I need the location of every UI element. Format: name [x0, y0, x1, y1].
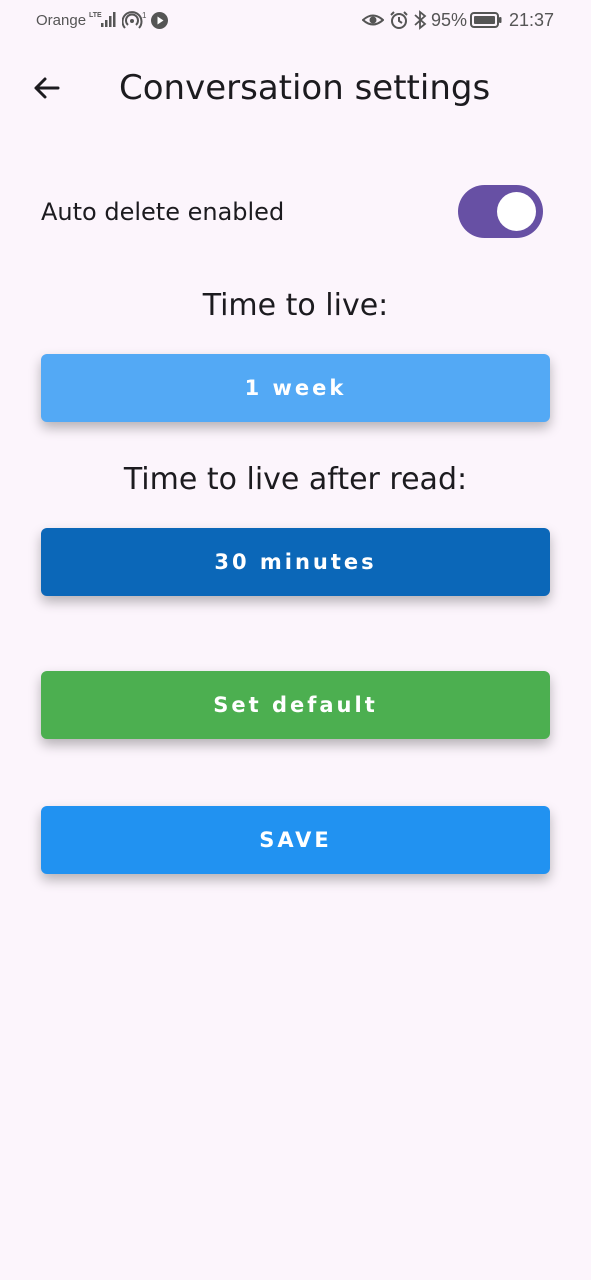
- ttl-button-label: 1 week: [244, 376, 347, 400]
- battery-icon: [470, 12, 502, 28]
- ttl-after-read-heading: Time to live after read:: [123, 462, 468, 497]
- svg-text:1: 1: [142, 11, 147, 20]
- clock-time: 21:37: [509, 10, 555, 30]
- set-default-button[interactable]: Set default: [41, 671, 550, 739]
- bluetooth-icon: [414, 10, 427, 30]
- page-title: Conversation settings: [119, 68, 491, 108]
- status-bar: Orange LTE 1 95% 21:37: [0, 0, 591, 42]
- save-button[interactable]: SAVE: [41, 806, 550, 874]
- play-icon: [151, 12, 168, 29]
- ttl-heading: Time to live:: [202, 288, 389, 323]
- set-default-button-label: Set default: [213, 693, 378, 717]
- eye-comfort-icon: [362, 14, 384, 26]
- ttl-after-read-button-label: 30 minutes: [214, 550, 377, 574]
- auto-delete-label: Auto delete enabled: [41, 198, 285, 226]
- battery-percentage: 95%: [431, 10, 468, 30]
- ttl-button[interactable]: 1 week: [41, 354, 550, 422]
- save-button-label: SAVE: [259, 828, 332, 852]
- conversation-settings-screen: Orange LTE 1 95% 21:37 Conversation sett…: [0, 0, 591, 1280]
- carrier-name: Orange: [36, 12, 87, 29]
- arrow-back-icon: [34, 77, 60, 99]
- hotspot-icon: 1: [122, 11, 147, 29]
- back-button[interactable]: [22, 66, 70, 110]
- toggle-knob: [497, 192, 536, 231]
- svg-text:LTE: LTE: [89, 12, 102, 19]
- alarm-icon: [390, 11, 408, 29]
- lte-signal-icon: LTE: [89, 12, 116, 27]
- auto-delete-toggle[interactable]: [458, 185, 543, 238]
- ttl-after-read-button[interactable]: 30 minutes: [41, 528, 550, 596]
